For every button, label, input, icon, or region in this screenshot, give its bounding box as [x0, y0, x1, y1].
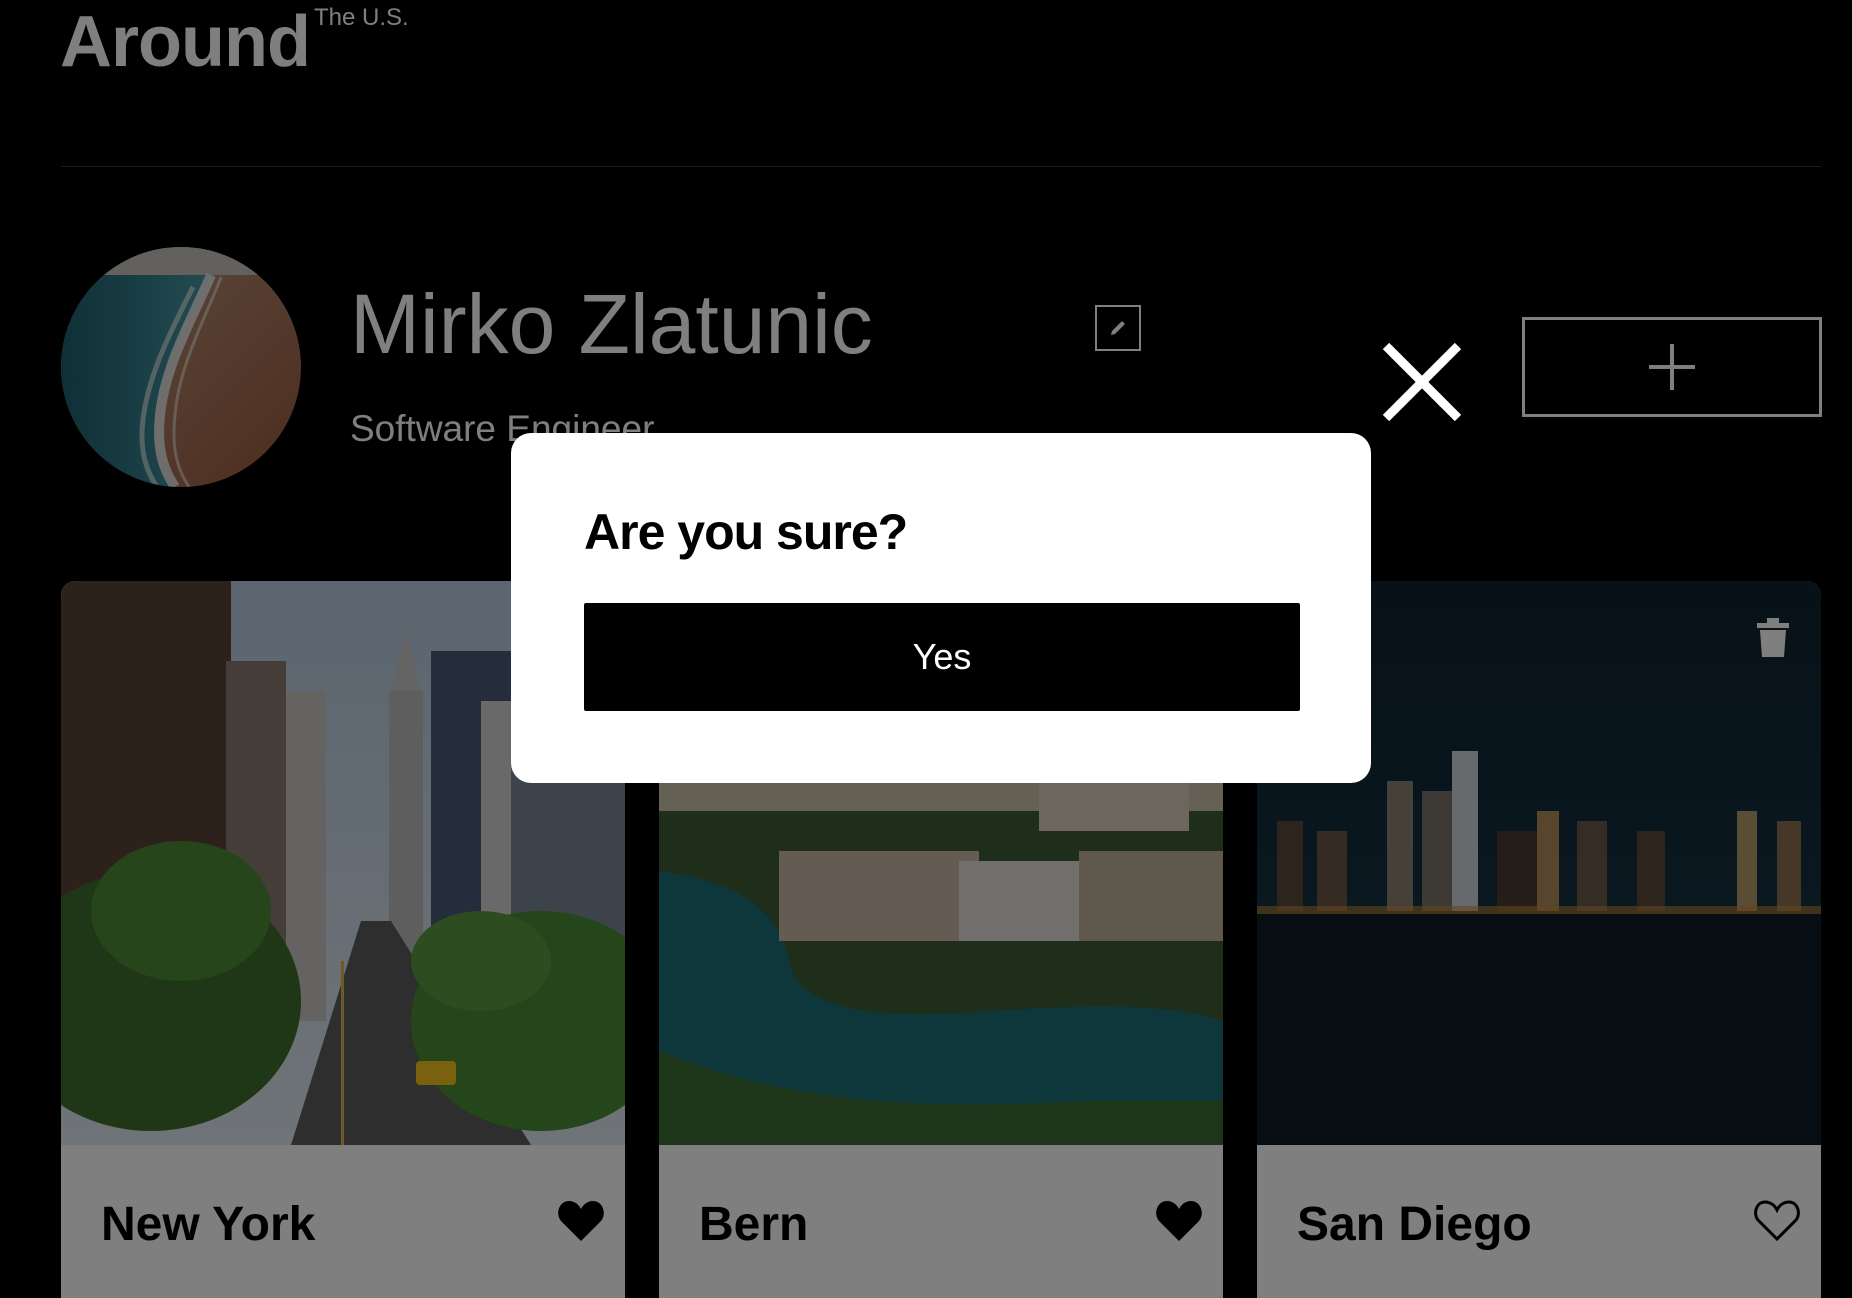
page: Around The U.S. Mirko Zlatunic	[0, 0, 1852, 1298]
modal-title: Are you sure?	[584, 504, 908, 560]
confirm-modal: Are you sure? Yes	[511, 433, 1371, 783]
close-icon	[1382, 342, 1462, 422]
confirm-button[interactable]: Yes	[584, 603, 1300, 711]
close-modal-button[interactable]	[1380, 340, 1464, 424]
